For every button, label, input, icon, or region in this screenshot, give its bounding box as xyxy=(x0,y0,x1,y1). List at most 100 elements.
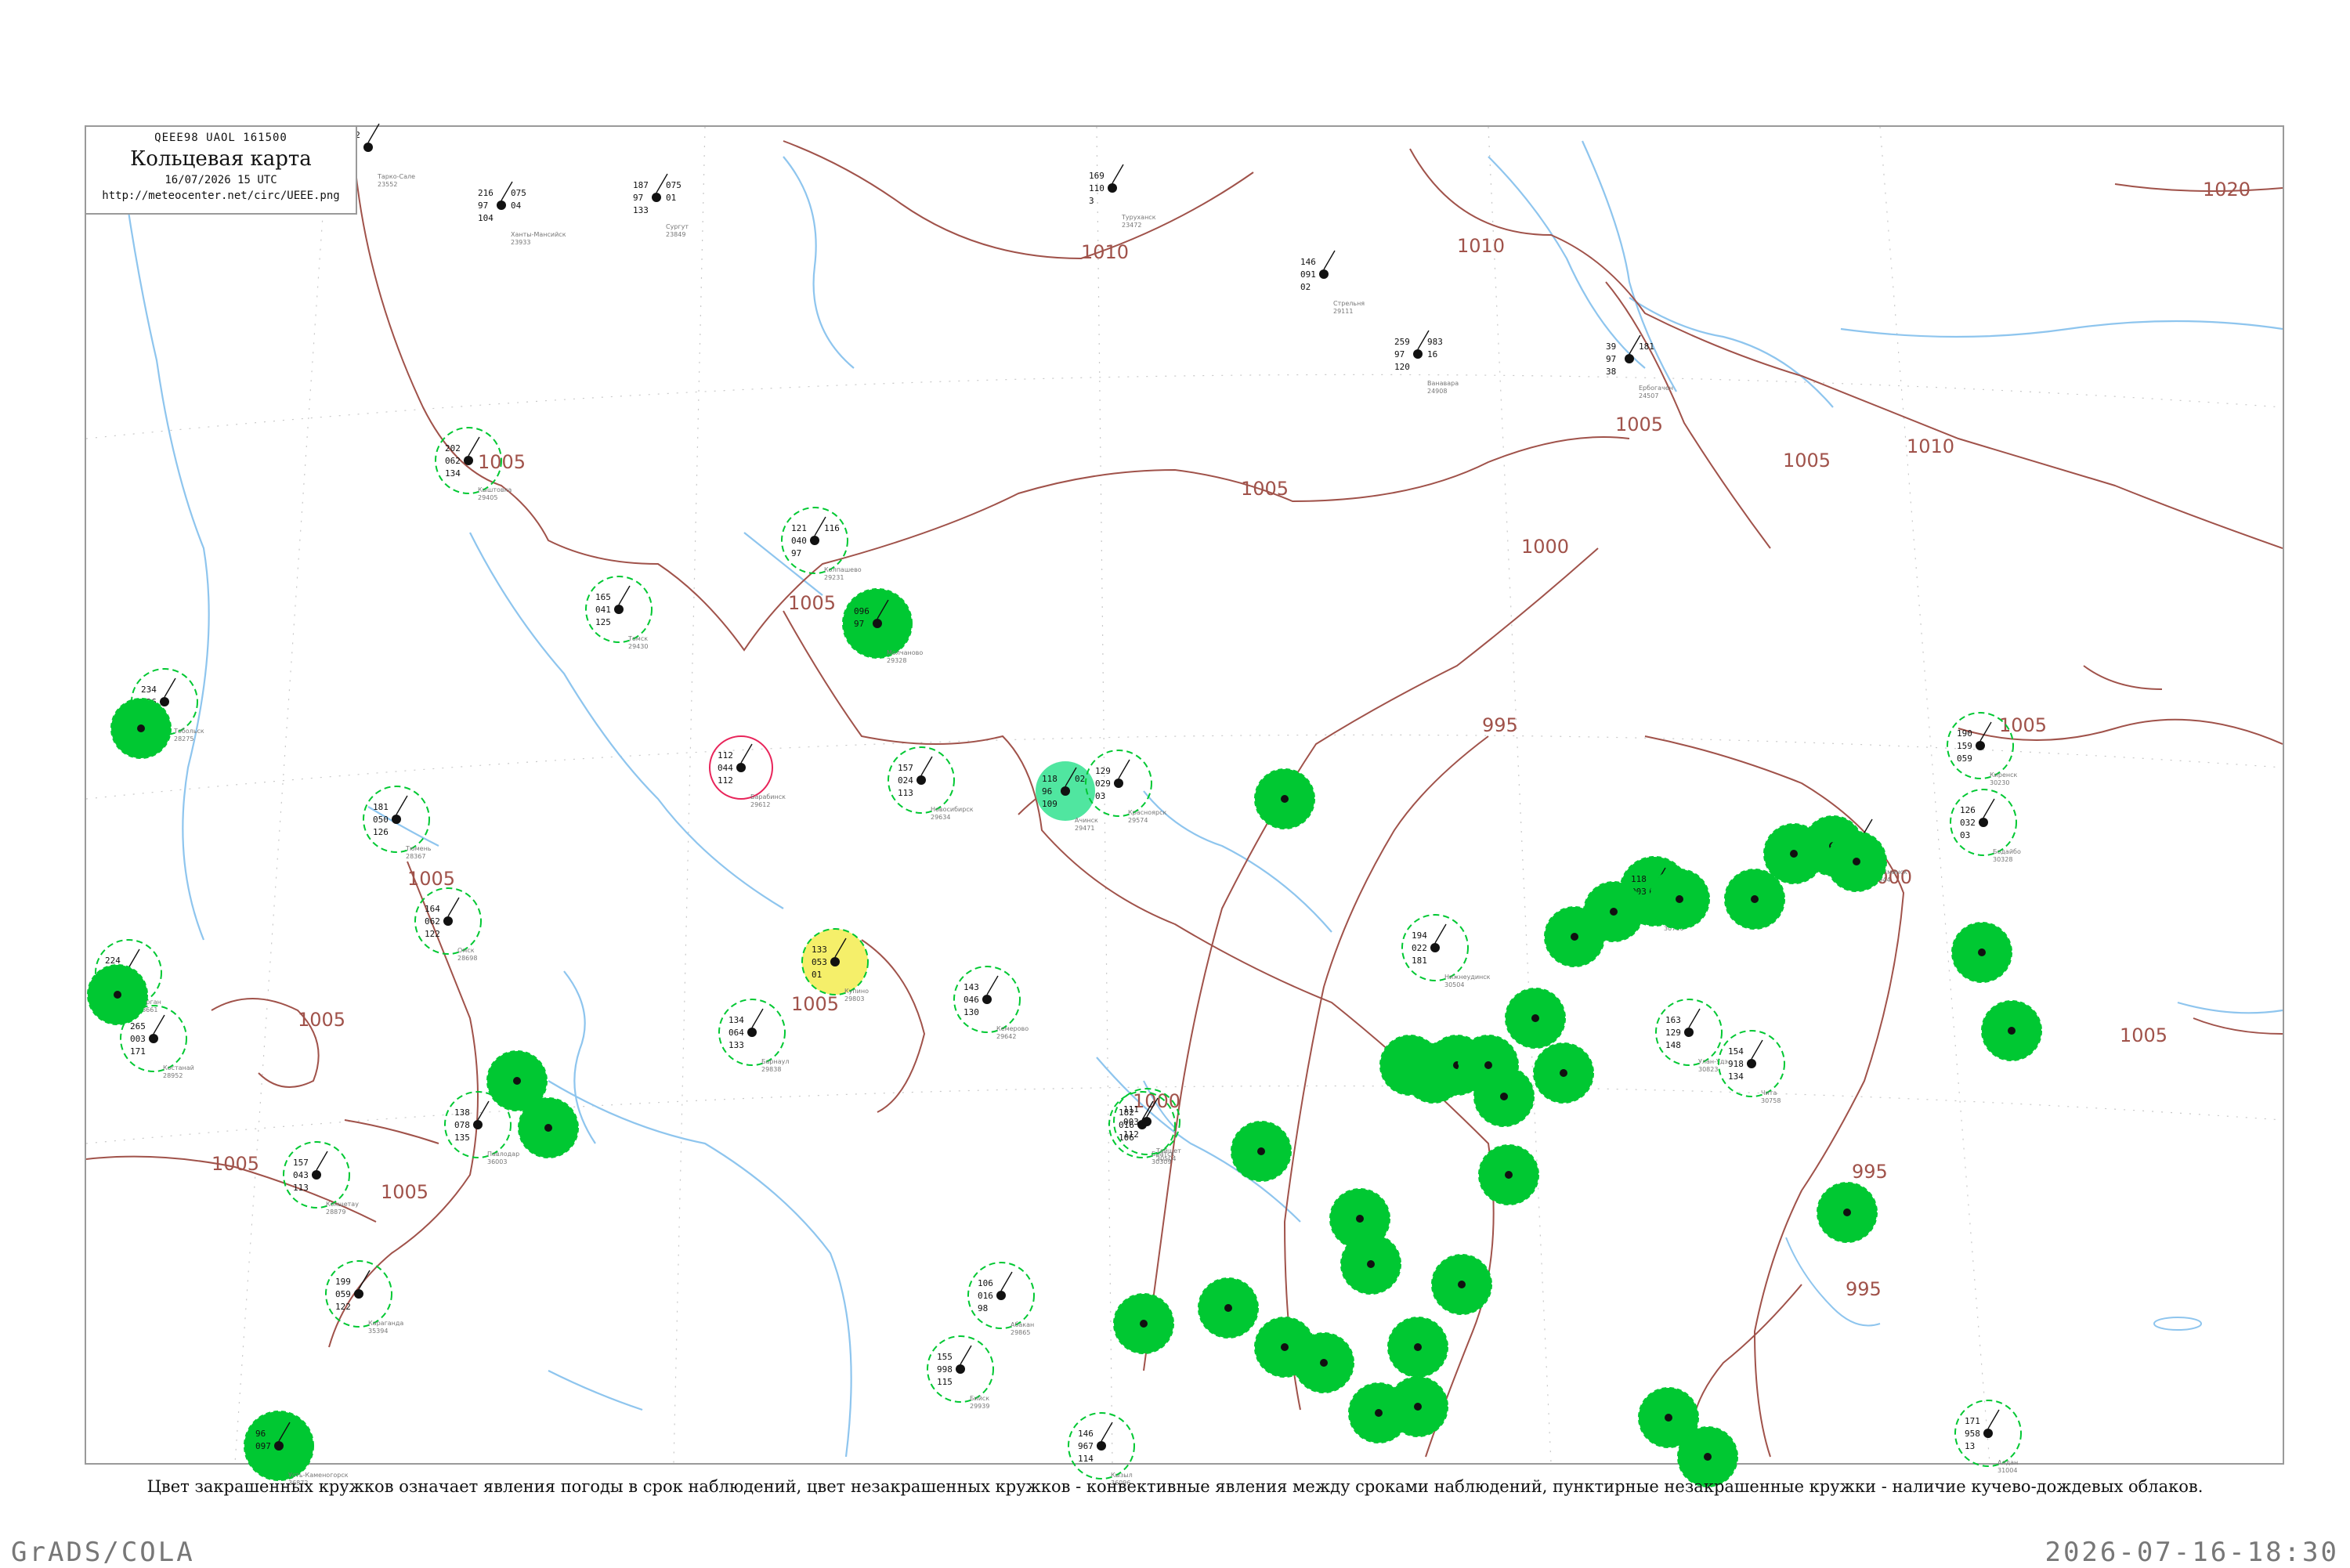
station-marker: 146 091 02 Стрельня29111 xyxy=(1300,250,1365,315)
station-marker: 165 041 125 Томск29430 xyxy=(585,576,653,650)
station-value: 053 xyxy=(812,957,827,967)
station-value: 091 xyxy=(1300,269,1316,280)
station-value: 016 xyxy=(978,1291,993,1301)
station-value: 112 xyxy=(718,775,733,786)
station-value: 13 xyxy=(1965,1441,1975,1451)
station-value: 120 xyxy=(1394,362,1410,372)
station-value: 022 xyxy=(1412,943,1427,953)
station-dot xyxy=(1414,1343,1422,1351)
precip-marker xyxy=(1981,1000,2042,1061)
precip-marker xyxy=(1544,906,1605,967)
station-dot xyxy=(1281,1343,1289,1351)
station-value: 01 xyxy=(666,193,676,203)
precip-marker xyxy=(1951,922,2012,983)
station-index: 35394 xyxy=(368,1328,388,1335)
wind-barb xyxy=(477,1100,490,1121)
station-value: 133 xyxy=(812,945,827,955)
precip-marker xyxy=(1113,1293,1174,1354)
station-index: 29865 xyxy=(1010,1329,1030,1336)
station-marker: 216 97 104 075 04 Ханты-Мансийск23933 xyxy=(478,181,566,246)
station-value: 154 xyxy=(1728,1046,1744,1057)
station-marker: 129 029 03 Красноярск29574 xyxy=(1085,750,1166,824)
station-name: Купино xyxy=(844,988,869,995)
station-value: 97 xyxy=(478,201,488,211)
wind-barb xyxy=(153,1014,165,1035)
station-marker: 181 050 126 Тюмень28367 xyxy=(363,786,432,860)
station-dot xyxy=(652,193,661,202)
station-name: Красноярск xyxy=(1128,809,1166,816)
station-value: 075 xyxy=(511,188,526,198)
station-value: 125 xyxy=(595,617,611,627)
station-dot xyxy=(1413,349,1423,359)
station-index: 23472 xyxy=(1122,222,1141,229)
station-index: 28952 xyxy=(163,1072,183,1079)
station-index: 29803 xyxy=(844,995,864,1003)
station-index: 30758 xyxy=(1761,1097,1781,1104)
station-value: 115 xyxy=(937,1377,953,1387)
station-name: Кыштовка xyxy=(478,486,512,493)
isobar-label: 1010 xyxy=(1457,235,1505,257)
station-value: 126 xyxy=(373,827,389,837)
station-value: 181 xyxy=(373,802,389,812)
wind-barb xyxy=(920,756,933,776)
station-value: 967 xyxy=(1078,1441,1094,1451)
station-value: 171 xyxy=(130,1046,146,1057)
station-dot xyxy=(443,916,453,926)
map-url: http://meteocenter.net/circ/UEEE.png xyxy=(102,190,340,202)
station-value: 155 xyxy=(937,1352,953,1362)
station-value: 187 xyxy=(633,180,649,190)
station-dot xyxy=(473,1120,483,1129)
station-index: 29574 xyxy=(1128,817,1148,824)
station-value: 159 xyxy=(1957,741,1972,751)
station-name: Барнаул xyxy=(761,1058,789,1065)
station-value: 169 xyxy=(1089,171,1104,181)
station-dot xyxy=(1140,1320,1148,1328)
station-value: 134 xyxy=(445,468,461,479)
station-index: 29939 xyxy=(970,1403,989,1410)
station-marker: 143 046 130 Кемерово29642 xyxy=(953,966,1029,1040)
station-value: 96 xyxy=(255,1429,266,1439)
station-dot xyxy=(1560,1069,1567,1077)
station-value: 164 xyxy=(425,904,440,914)
isobar-label: 1005 xyxy=(2120,1024,2167,1046)
station-value: 118 xyxy=(1042,774,1058,784)
legend-caption: Цвет закрашенных кружков означает явлени… xyxy=(146,1477,2204,1496)
station-dot xyxy=(497,201,506,210)
station-value: 003 xyxy=(130,1034,146,1044)
station-value: 39 xyxy=(1606,341,1616,352)
station-name: Павлодар xyxy=(487,1151,519,1158)
station-dot xyxy=(312,1170,321,1180)
station-index: 23849 xyxy=(666,231,685,238)
station-value: 265 xyxy=(130,1021,146,1031)
station-name: Барабинск xyxy=(750,793,786,800)
station-index: 23552 xyxy=(378,181,397,188)
isobar-label: 1005 xyxy=(407,868,455,890)
station-dot xyxy=(1458,1281,1466,1288)
station-dot xyxy=(1257,1147,1265,1155)
precip-marker xyxy=(1431,1254,1492,1315)
wind-barb xyxy=(1979,721,1992,742)
station-dot xyxy=(1790,850,1798,858)
station-dot xyxy=(1430,943,1440,952)
station-value: 216 xyxy=(478,188,494,198)
station-name: Нижнеудинск xyxy=(1444,974,1491,981)
station-value: 104 xyxy=(478,213,494,223)
station-dot xyxy=(1751,895,1759,903)
station-value: 171 xyxy=(1965,1416,1980,1426)
station-marker: 112 044 112 Барабинск29612 xyxy=(709,735,786,808)
station-value: 134 xyxy=(728,1015,744,1025)
station-value: 03 xyxy=(1095,791,1105,801)
title-box: QEEE98 UAOL 161500 Кольцевая карта 16/07… xyxy=(86,127,357,215)
station-value: 157 xyxy=(898,763,913,773)
station-index: 29471 xyxy=(1075,825,1094,832)
station-name: Стрельня xyxy=(1333,300,1365,307)
station-value: 062 xyxy=(445,456,461,466)
station-dot xyxy=(810,536,819,545)
station-dot xyxy=(747,1028,757,1037)
precip-marker xyxy=(1387,1317,1448,1378)
station-value: 134 xyxy=(1728,1071,1744,1082)
station-value: 059 xyxy=(335,1289,351,1299)
station-value: 194 xyxy=(1412,930,1427,941)
station-dot xyxy=(736,763,746,772)
station-value: 110 xyxy=(1089,183,1104,193)
